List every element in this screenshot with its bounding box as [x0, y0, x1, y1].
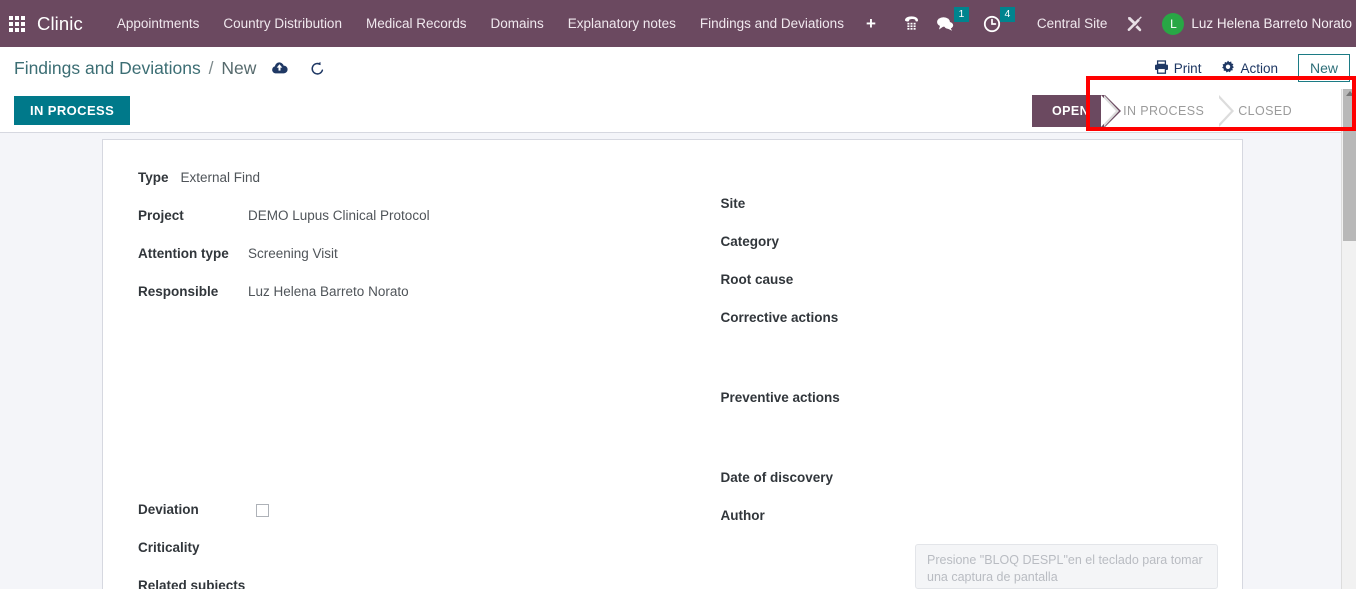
- nav-item-country-distribution[interactable]: Country Distribution: [211, 16, 354, 31]
- field-related-subjects-label: Related subjects: [138, 578, 246, 589]
- field-project-label: Project: [138, 208, 184, 223]
- form-right-top-spacer: [721, 170, 1243, 196]
- scrollbar-thumb[interactable]: [1343, 89, 1356, 241]
- pipeline-stage-open-label: OPEN: [1052, 103, 1090, 118]
- gear-icon: [1221, 60, 1235, 77]
- field-root-cause: Root cause: [721, 272, 1243, 291]
- field-root-cause-label: Root cause: [720, 272, 794, 287]
- field-corrective-actions: Corrective actions: [721, 310, 1243, 329]
- activities-badge: 4: [999, 6, 1015, 22]
- nav-item-appointments[interactable]: Appointments: [105, 16, 212, 31]
- phone-dialpad-icon[interactable]: [903, 15, 920, 33]
- field-preventive-actions-label: Preventive actions: [720, 390, 840, 405]
- field-type: Type External Find: [138, 170, 673, 189]
- tools-icon[interactable]: [1125, 14, 1144, 33]
- site-selector[interactable]: Central Site: [1037, 16, 1108, 31]
- field-date-of-discovery-label: Date of discovery: [720, 470, 834, 485]
- field-responsible-value[interactable]: Luz Helena Barreto Norato: [238, 284, 409, 299]
- control-panel: Findings and Deviations / New Print Acti…: [0, 47, 1356, 89]
- breadcrumb-separator: /: [208, 57, 214, 78]
- form-left-spacer: [138, 322, 673, 502]
- field-project: Project DEMO Lupus Clinical Protocol: [138, 208, 673, 227]
- field-corrective-actions-label: Corrective actions: [720, 310, 839, 325]
- breadcrumb-current: New: [221, 57, 257, 78]
- screenshot-hint-tooltip: Presione "BLOQ DESPL"en el teclado para …: [915, 544, 1218, 589]
- user-menu[interactable]: Luz Helena Barreto Norato: [1191, 16, 1356, 31]
- pipeline-stage-closed-label: CLOSED: [1238, 103, 1292, 118]
- nav-item-findings-and-deviations[interactable]: Findings and Deviations: [688, 16, 856, 31]
- form-columns: Type External Find Project DEMO Lupus Cl…: [103, 140, 1242, 589]
- avatar[interactable]: L: [1162, 12, 1185, 35]
- field-attention-type-value[interactable]: Screening Visit: [238, 246, 338, 261]
- field-author: Author: [721, 508, 1243, 527]
- breadcrumb: Findings and Deviations / New: [0, 58, 256, 79]
- field-site-label: Site: [720, 196, 746, 211]
- application-window: Clinic Appointments Country Distribution…: [0, 0, 1356, 589]
- field-type-value[interactable]: External Find: [169, 170, 261, 185]
- add-tab-button[interactable]: +: [856, 14, 886, 34]
- nav-item-medical-records[interactable]: Medical Records: [354, 16, 479, 31]
- vertical-scrollbar[interactable]: [1341, 89, 1356, 589]
- control-panel-actions: Print Action New: [1134, 54, 1356, 82]
- field-deviation: Deviation: [138, 502, 673, 521]
- top-navigation-bar: Clinic Appointments Country Distribution…: [0, 0, 1356, 47]
- field-responsible-label: Responsible: [138, 284, 219, 299]
- field-criticality-label: Criticality: [138, 540, 200, 555]
- field-preventive-actions: Preventive actions: [721, 390, 1243, 409]
- discard-undo-icon[interactable]: [310, 61, 325, 76]
- pipeline-stage-open[interactable]: OPEN: [1032, 94, 1122, 127]
- messages-badge: 1: [953, 7, 969, 22]
- printer-icon: [1154, 59, 1169, 77]
- field-deviation-label: Deviation: [138, 502, 199, 517]
- status-pipeline: OPEN IN PROCESS CLOSED: [1032, 94, 1308, 127]
- cloud-upload-icon[interactable]: [271, 61, 289, 75]
- form-area: Type External Find Project DEMO Lupus Cl…: [0, 134, 1356, 589]
- field-author-label: Author: [720, 508, 765, 523]
- field-criticality: Criticality: [138, 540, 673, 559]
- nav-item-domains[interactable]: Domains: [479, 16, 556, 31]
- field-category-label: Category: [720, 234, 780, 249]
- status-badge: IN PROCESS: [14, 96, 131, 125]
- form-column-right: Site Category Root cause Corrective acti…: [673, 170, 1243, 589]
- messages-icon[interactable]: 1: [936, 7, 969, 32]
- status-bar: IN PROCESS OPEN IN PROCESS CLOSED: [0, 89, 1356, 133]
- apps-grid-icon[interactable]: [9, 15, 25, 32]
- print-button[interactable]: Print: [1154, 59, 1202, 77]
- field-related-subjects: Related subjects: [138, 578, 673, 589]
- field-date-of-discovery: Date of discovery: [721, 470, 1243, 489]
- action-button[interactable]: Action: [1221, 60, 1278, 77]
- nav-item-explanatory-notes[interactable]: Explanatory notes: [556, 16, 688, 31]
- field-attention-type-label: Attention type: [138, 246, 229, 261]
- activities-clock-icon[interactable]: 4: [983, 6, 1015, 33]
- field-project-value[interactable]: DEMO Lupus Clinical Protocol: [238, 208, 430, 223]
- form-sheet: Type External Find Project DEMO Lupus Cl…: [102, 139, 1243, 589]
- scroll-up-arrow-icon[interactable]: [1346, 91, 1354, 96]
- new-button[interactable]: New: [1297, 54, 1350, 82]
- pipeline-stage-closed[interactable]: CLOSED: [1216, 94, 1308, 127]
- form-right-spacer-1: [721, 348, 1243, 390]
- brand-title[interactable]: Clinic: [37, 13, 83, 35]
- field-attention-type: Attention type Screening Visit: [138, 246, 673, 265]
- pipeline-stage-in-process-label: IN PROCESS: [1123, 103, 1205, 118]
- field-deviation-checkbox[interactable]: [256, 504, 269, 517]
- field-type-label: Type: [138, 170, 169, 185]
- field-category: Category: [721, 234, 1243, 253]
- form-column-left: Type External Find Project DEMO Lupus Cl…: [103, 170, 673, 589]
- form-right-spacer-2: [721, 428, 1243, 470]
- action-label: Action: [1240, 60, 1278, 76]
- field-site: Site: [721, 196, 1243, 215]
- breadcrumb-root[interactable]: Findings and Deviations: [14, 58, 201, 78]
- print-label: Print: [1173, 60, 1202, 76]
- pipeline-stage-in-process[interactable]: IN PROCESS: [1101, 94, 1220, 127]
- field-responsible: Responsible Luz Helena Barreto Norato: [138, 284, 673, 303]
